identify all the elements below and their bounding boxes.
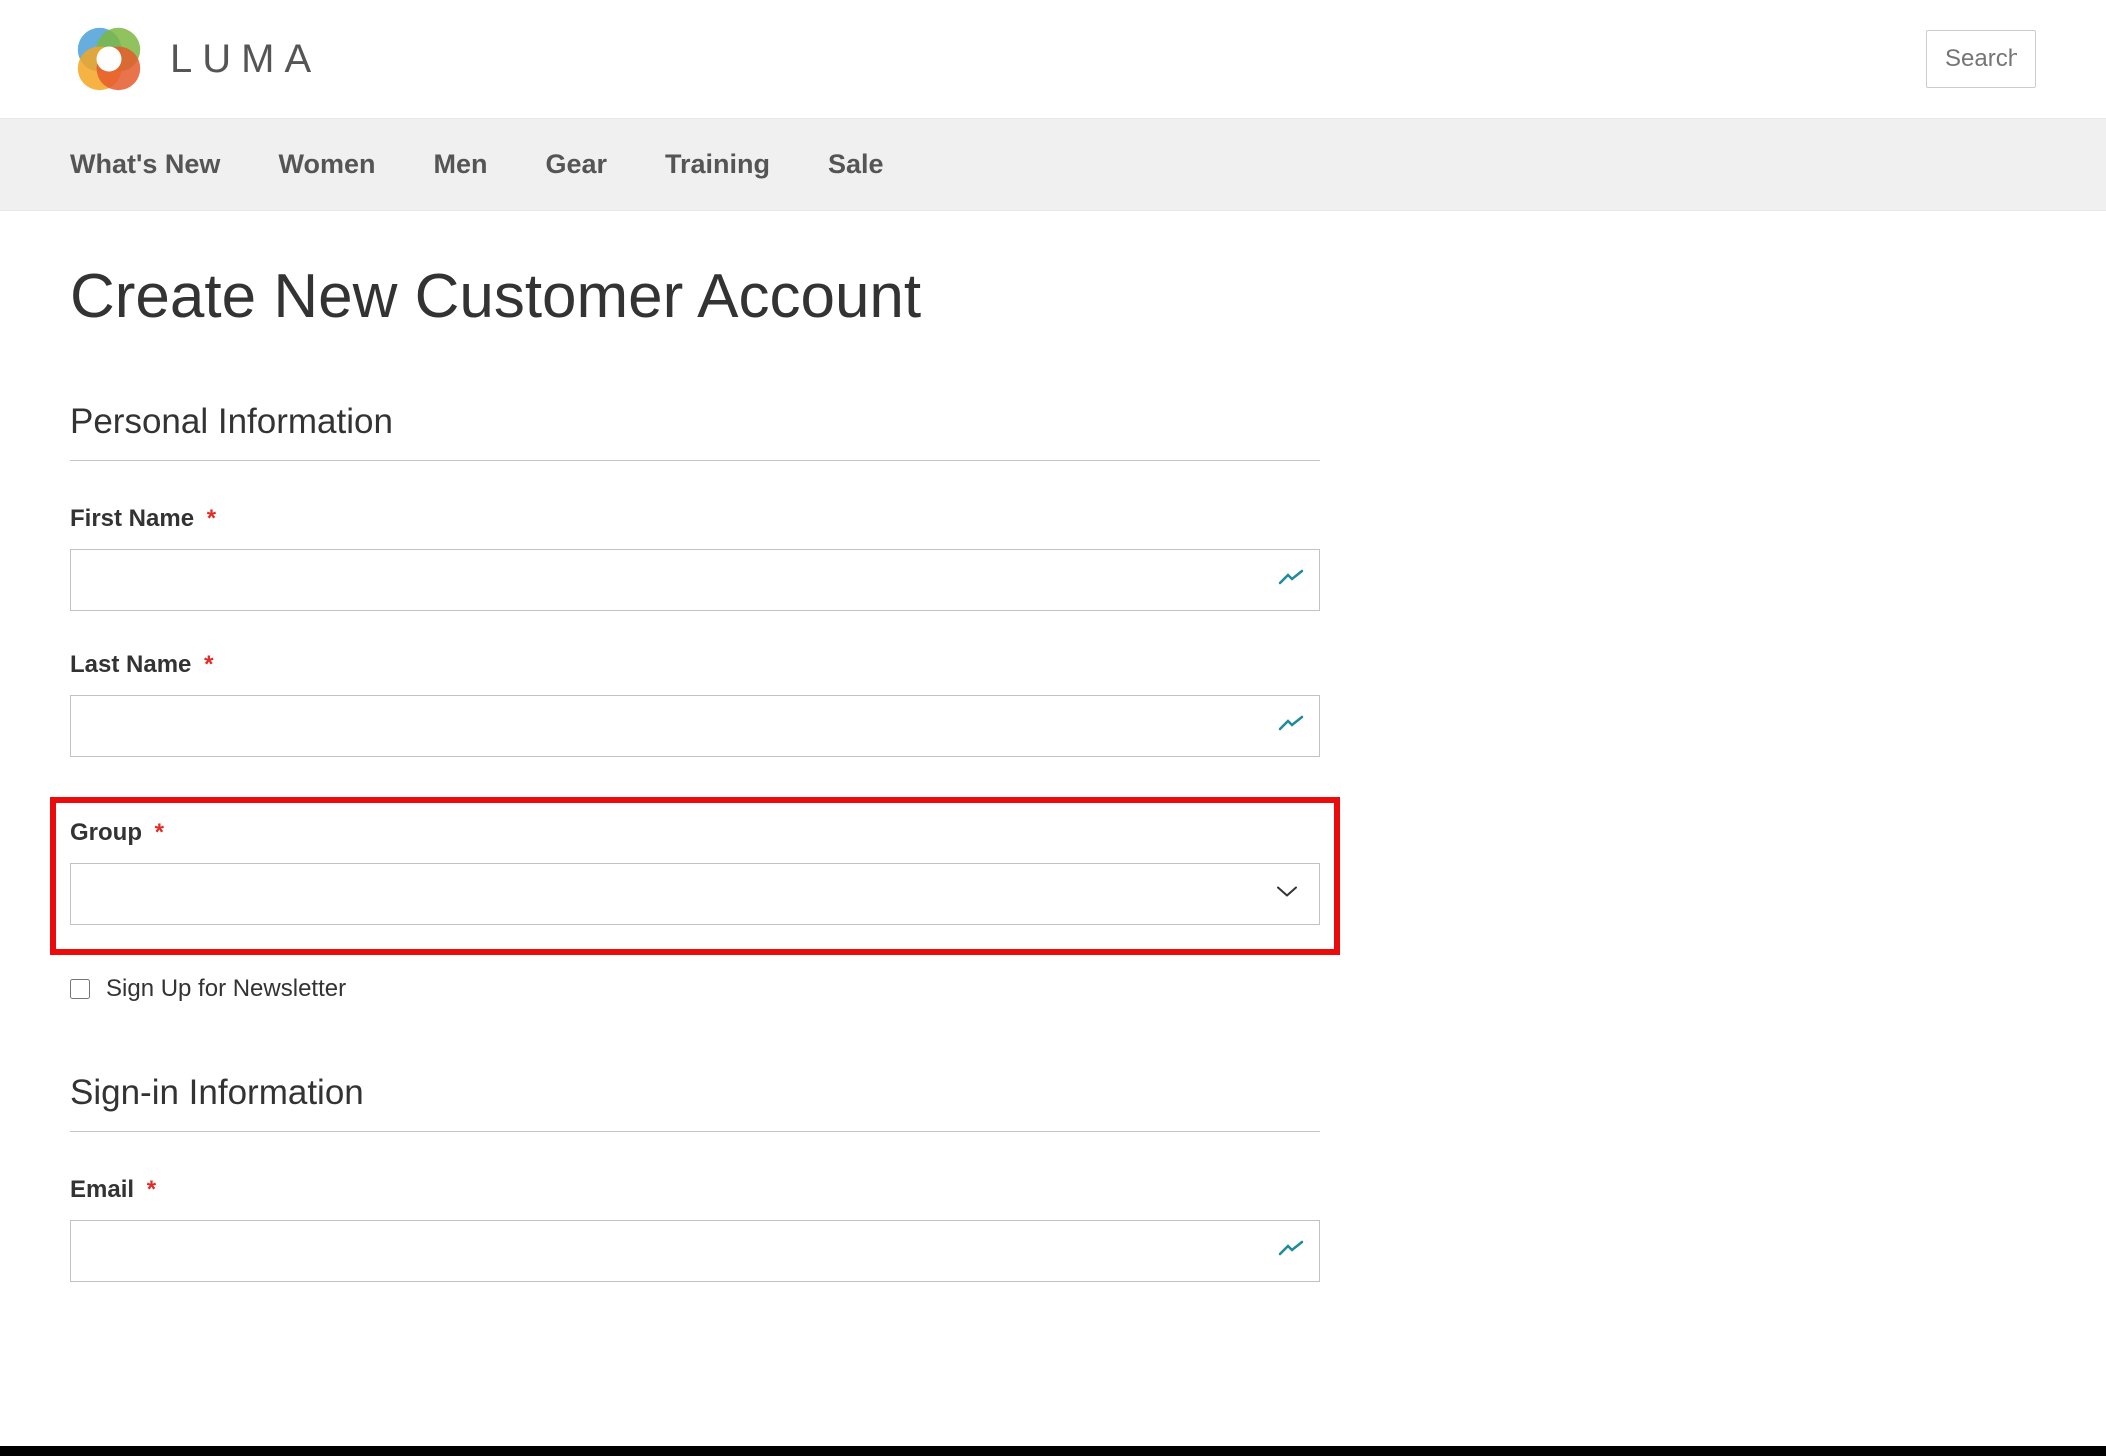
email-input[interactable]	[70, 1220, 1320, 1282]
newsletter-checkbox[interactable]	[70, 979, 90, 999]
email-field: Email *	[70, 1176, 1320, 1282]
nav-item-whats-new[interactable]: What's New	[70, 119, 220, 210]
bottom-bar	[0, 1446, 2106, 1456]
first-name-field: First Name *	[70, 505, 1320, 611]
group-highlight-box: Group *	[50, 797, 1340, 955]
group-select[interactable]	[70, 863, 1320, 925]
group-label: Group *	[70, 819, 1320, 847]
nav-item-sale[interactable]: Sale	[828, 119, 884, 210]
nav-item-gear[interactable]: Gear	[545, 119, 607, 210]
last-name-field: Last Name *	[70, 651, 1320, 757]
group-label-text: Group	[70, 819, 142, 846]
last-name-label-text: Last Name	[70, 651, 191, 678]
first-name-label-text: First Name	[70, 505, 194, 532]
logo-text: LUMA	[170, 37, 321, 82]
required-marker: *	[204, 651, 213, 678]
nav-item-training[interactable]: Training	[665, 119, 770, 210]
nav-item-men[interactable]: Men	[433, 119, 487, 210]
newsletter-label: Sign Up for Newsletter	[106, 975, 346, 1003]
required-marker: *	[147, 1176, 156, 1203]
signin-info-legend: Sign-in Information	[70, 1073, 1320, 1132]
main-content: Create New Customer Account Personal Inf…	[0, 211, 2106, 1372]
last-name-label: Last Name *	[70, 651, 1320, 679]
newsletter-field: Sign Up for Newsletter	[70, 975, 2036, 1003]
required-marker: *	[207, 505, 216, 532]
page-title: Create New Customer Account	[70, 261, 2036, 332]
email-label-text: Email	[70, 1176, 134, 1203]
search-input[interactable]	[1926, 30, 2036, 88]
nav-item-women[interactable]: Women	[278, 119, 375, 210]
email-label: Email *	[70, 1176, 1320, 1204]
site-header: LUMA	[0, 0, 2106, 118]
required-marker: *	[155, 819, 164, 846]
last-name-input[interactable]	[70, 695, 1320, 757]
group-field: Group *	[70, 819, 1320, 925]
logo[interactable]: LUMA	[70, 20, 321, 98]
first-name-label: First Name *	[70, 505, 1320, 533]
luma-logo-icon	[70, 20, 148, 98]
personal-info-legend: Personal Information	[70, 402, 1320, 461]
first-name-input[interactable]	[70, 549, 1320, 611]
main-nav: What's New Women Men Gear Training Sale	[0, 118, 2106, 211]
